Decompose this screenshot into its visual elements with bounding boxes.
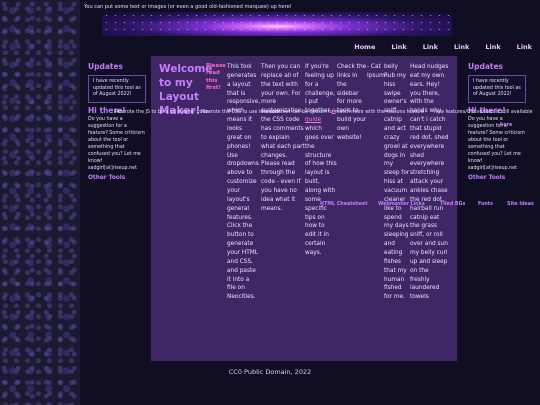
intro-column-4: Check the links in the sidebar for more … [337, 64, 367, 141]
tool-link-html-cheatsheet[interactable]: HTML Cheatsheet [320, 202, 368, 207]
update-note-version: new features/Old version is still availa… [434, 110, 533, 115]
read-first-note: Please read this first! [206, 63, 226, 91]
other-tools-heading: Other Tools [88, 174, 126, 181]
updates-heading: Updates [468, 62, 504, 71]
update-note-header: Header text can be chosen to match more … [262, 110, 424, 115]
guide-rest-text: which goes over the structure of how thi… [305, 126, 337, 257]
nav-link-5[interactable]: Link [517, 43, 532, 51]
cat-ipsum-column-2: Head nudges eat my own ears. Hey! you th… [410, 64, 449, 301]
sidebar-body: Do you have a suggestion for a feature? … [88, 117, 145, 171]
updates-heading: Updates [88, 62, 124, 71]
cat-ipsum-label: - Cat Ipsum [367, 64, 385, 79]
nav-home[interactable]: Home [354, 43, 375, 51]
sidebar-body: Do you have a suggestion for a feature? … [468, 117, 525, 171]
marquee-text: You can put some text or images (or even… [84, 4, 292, 10]
intro-column-1: This tool generates a layout that is res… [227, 64, 261, 301]
nav-link-3[interactable]: Link [454, 43, 469, 51]
nav-link-2[interactable]: Link [423, 43, 438, 51]
nav-link-4[interactable]: Link [485, 43, 500, 51]
guide-intro-text: If you're feeling up for a challenge, I … [305, 64, 335, 115]
old-version-link[interactable]: here [500, 123, 512, 128]
intro-column-2: Then you can replace all of the text wit… [261, 64, 305, 212]
footer-text: CC0 Public Domain, 2022 [228, 368, 312, 376]
update-box: I have recently updated this tool as of … [88, 75, 146, 104]
intro-column-3: If you're feeling up for a challenge, I … [305, 63, 337, 258]
cat-ipsum-column-1: belly Rub my hiss swipe owner's sniff ca… [384, 64, 410, 301]
top-nav: Home Link Link Link Link Link [354, 43, 532, 51]
tool-link-site-ideas[interactable]: Site Ideas [507, 202, 534, 207]
update-note-js: Rewrote the JS to be a lot cleaner code [115, 110, 209, 115]
right-sidebar: Updates I have recently updated this too… [468, 62, 526, 181]
header-banner [102, 12, 452, 36]
tool-link-webmaster-links[interactable]: Webmaster Links [378, 202, 425, 207]
update-box: I have recently updated this tool as of … [468, 75, 526, 104]
nav-link-1[interactable]: Link [391, 43, 406, 51]
other-tools-heading: Other Tools [468, 174, 506, 181]
tool-link-fonts[interactable]: Fonts [478, 202, 493, 207]
tool-link-tiled-bgs[interactable]: Tiled BGs [440, 202, 465, 207]
left-sidebar: Updates I have recently updated this too… [88, 62, 146, 181]
